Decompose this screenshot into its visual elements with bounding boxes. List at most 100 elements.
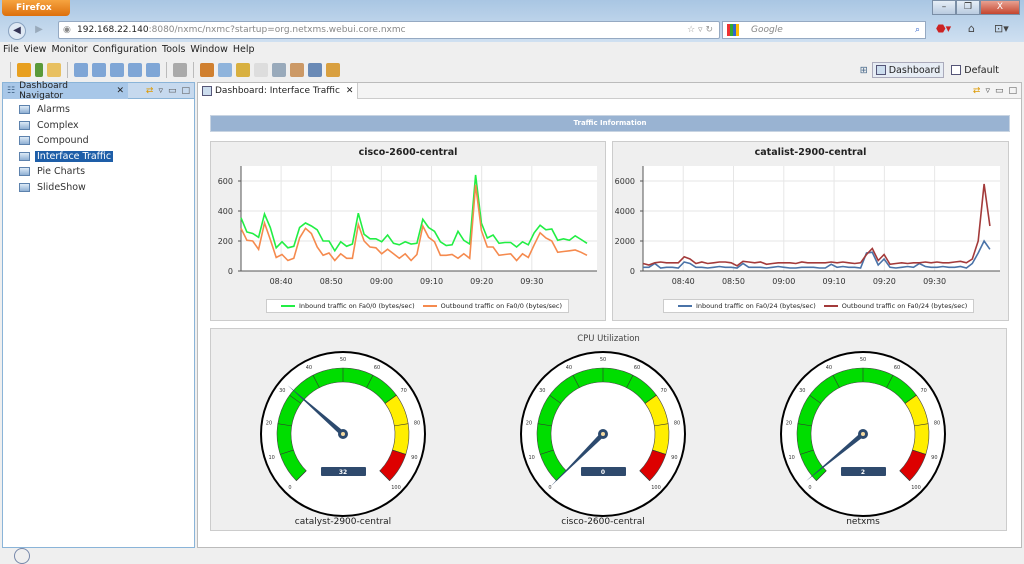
line-chart-catalist: 08:40 08:50 09:00 09:10 09:20 09:30 0 2000 4000 6… <box>615 166 1000 286</box>
cpu-utilization-title: CPU Utilization <box>577 334 640 344</box>
gauges: 0102030405060708090100320102030405060708… <box>260 351 946 517</box>
forward-button[interactable]: ▶ <box>30 22 48 40</box>
gauge-tick-label: 40 <box>306 365 312 371</box>
nav-item-interface-traffic[interactable]: Interface Traffic <box>3 149 194 165</box>
tab-interface-traffic[interactable]: Dashboard: Interface Traffic ✕ <box>198 82 359 99</box>
restore-button[interactable]: ❐ <box>956 0 980 15</box>
gauge-tick-label: 80 <box>934 420 940 426</box>
object-tree-icon[interactable] <box>35 63 43 77</box>
perspective-dashboard-label: Dashboard <box>888 64 941 76</box>
adblock-icon[interactable]: ⬣▾ <box>936 22 951 35</box>
gauge-tick-label: 90 <box>411 455 417 461</box>
dashboard-navigator-view: ☷ Dashboard Navigator ✕ ⇄ ▿ ▭ □ Alarms C… <box>2 80 195 548</box>
sync-icon[interactable]: ⇄ <box>973 86 981 96</box>
tab-label: Dashboard Navigator <box>19 80 68 101</box>
gauge-value: 32 <box>339 469 347 476</box>
nav-item-compound[interactable]: Compound <box>3 133 194 149</box>
menu-file[interactable]: File <box>3 42 19 58</box>
chart-title: cisco-2600-central <box>358 147 458 158</box>
line-chart-cisco: 08:40 08:50 09:00 09:10 09:20 09:30 0 200 400 600 <box>218 166 597 286</box>
x-tick-label: 08:40 <box>672 277 695 286</box>
edit-icon[interactable] <box>218 63 232 77</box>
x-tick-label: 09:10 <box>823 277 846 286</box>
menu-window[interactable]: Window <box>190 42 227 58</box>
report-icon-2[interactable] <box>92 63 106 77</box>
close-button[interactable]: X <box>980 0 1020 15</box>
search-input[interactable]: Google ⌕ <box>722 21 926 39</box>
home-icon[interactable]: ⌂ <box>968 22 975 35</box>
x-tick-label: 09:20 <box>470 277 493 286</box>
nav-item-label: SlideShow <box>37 181 86 193</box>
report-icon-3[interactable] <box>110 63 124 77</box>
toolbar-separator <box>193 62 194 78</box>
close-tab-icon[interactable]: ✕ <box>346 86 354 96</box>
tab-dashboard-navigator[interactable]: ☷ Dashboard Navigator ✕ <box>3 80 128 101</box>
copy-icon[interactable] <box>254 63 268 77</box>
reload-icon[interactable]: ↻ <box>705 25 713 35</box>
report-icon-4[interactable] <box>128 63 142 77</box>
view-menu-icon[interactable]: ▿ <box>158 86 163 96</box>
bookmarks-menu-icon[interactable]: ⊡▾ <box>994 22 1009 35</box>
open-perspective-icon[interactable]: ⊞ <box>860 65 868 76</box>
maximize-view-icon[interactable]: □ <box>181 86 190 96</box>
users-icon[interactable] <box>326 63 340 77</box>
status-indicator-icon <box>14 548 30 564</box>
perspective-default[interactable]: Default <box>948 62 1002 78</box>
tree-icon: ☷ <box>7 85 16 96</box>
menu-monitor[interactable]: Monitor <box>51 42 87 58</box>
bookmark-star-icon[interactable]: ☆ <box>687 25 695 35</box>
network-icon[interactable] <box>272 63 286 77</box>
alarm-icon[interactable] <box>17 63 31 77</box>
x-tick-label: 09:30 <box>923 277 946 286</box>
menu-bar: File View Monitor Configuration Tools Wi… <box>0 42 1024 58</box>
x-tick-label: 08:50 <box>320 277 343 286</box>
gauge-tick-label: 60 <box>374 365 380 371</box>
perspective-dashboard[interactable]: Dashboard <box>871 62 945 78</box>
gauge-tick-label: 90 <box>931 455 937 461</box>
tools-icon[interactable] <box>308 63 322 77</box>
gauge-tick-label: 70 <box>660 388 666 394</box>
nav-item-slideshow[interactable]: SlideShow <box>3 180 194 196</box>
dashboard-icon <box>875 65 886 75</box>
maximize-view-icon[interactable]: □ <box>1008 86 1017 96</box>
back-button[interactable]: ◀ <box>8 22 26 40</box>
legend-swatch <box>281 305 295 307</box>
grid-icon[interactable] <box>200 63 214 77</box>
firefox-menu-button[interactable]: Firefox <box>2 0 70 16</box>
minimize-view-icon[interactable]: ▭ <box>995 86 1004 96</box>
close-tab-icon[interactable]: ✕ <box>116 86 124 96</box>
traffic-information-banner: Traffic Information <box>210 115 1010 132</box>
nav-item-alarms[interactable]: Alarms <box>3 102 194 118</box>
nav-item-complex[interactable]: Complex <box>3 118 194 134</box>
gauge-tick-label: 40 <box>826 365 832 371</box>
google-icon <box>727 24 739 36</box>
gauge-tick-label: 30 <box>539 388 545 394</box>
legend-label: Inbound traffic on Fa0/0 (bytes/sec) <box>299 302 415 310</box>
menu-configuration[interactable]: Configuration <box>93 42 157 58</box>
report-icon-1[interactable] <box>74 63 88 77</box>
menu-view[interactable]: View <box>24 42 47 58</box>
nav-item-label: Compound <box>37 135 89 147</box>
url-input[interactable]: ◉ 192.168.22.140:8080/nxmc/nxmc?startup=… <box>58 21 720 39</box>
minimize-view-icon[interactable]: ▭ <box>168 86 177 96</box>
sync-icon[interactable]: ⇄ <box>146 86 154 96</box>
server-icon[interactable] <box>173 63 187 77</box>
folder-icon[interactable] <box>47 63 61 77</box>
y-tick-label: 600 <box>218 177 233 186</box>
gauge-tick-label: 10 <box>268 455 274 461</box>
window-controls: – ❐ X <box>932 0 1020 16</box>
search-icon[interactable]: ⌕ <box>915 22 920 38</box>
nav-item-pie-charts[interactable]: Pie Charts <box>3 164 194 180</box>
x-tick-label: 09:00 <box>370 277 393 286</box>
dropdown-icon[interactable]: ▿ <box>698 25 703 35</box>
perspective-switcher: ⊞ Dashboard Default <box>860 62 1002 78</box>
menu-help[interactable]: Help <box>233 42 255 58</box>
view-menu-icon[interactable]: ▿ <box>985 86 990 96</box>
report-icon-5[interactable] <box>146 63 160 77</box>
topology-icon[interactable] <box>290 63 304 77</box>
navigator-list: Alarms Complex Compound Interface Traffi… <box>3 99 194 195</box>
book-icon[interactable] <box>236 63 250 77</box>
x-tick-label: 09:10 <box>420 277 443 286</box>
minimize-button[interactable]: – <box>932 0 956 15</box>
menu-tools[interactable]: Tools <box>162 42 185 58</box>
